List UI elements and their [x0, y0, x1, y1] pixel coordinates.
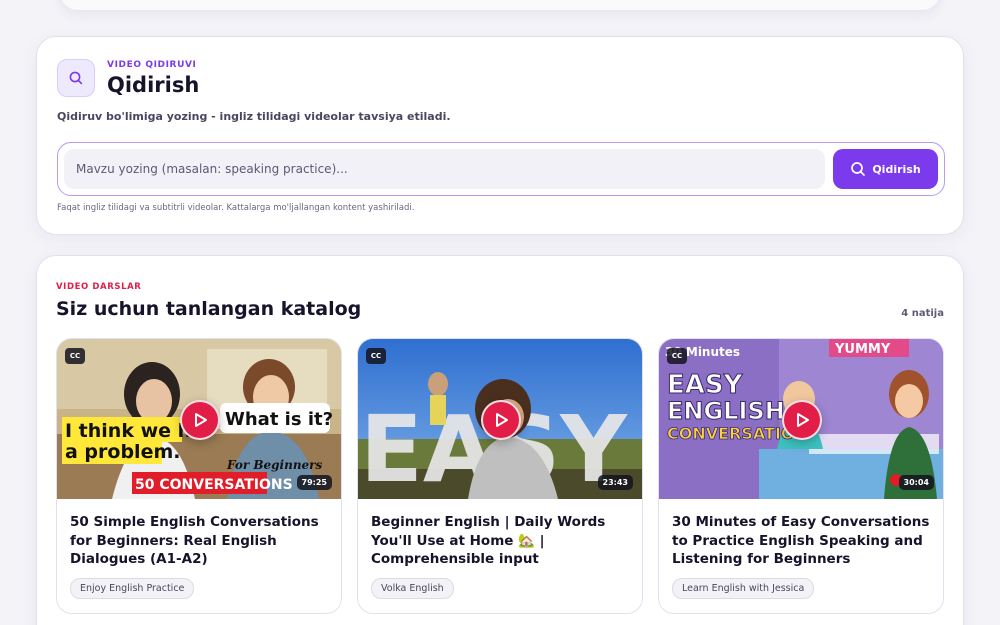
video-duration: 23:43: [597, 475, 633, 490]
results-count: 4 natija: [901, 308, 944, 319]
channel-badge[interactable]: Enjoy English Practice: [70, 578, 195, 599]
play-icon[interactable]: [782, 400, 822, 440]
video-thumbnail[interactable]: YUMMY 30 Minutes EASY ENGLISH CONVERSATI…: [659, 339, 943, 499]
video-thumbnail[interactable]: I think we ha a problem. What is it? For…: [57, 339, 341, 499]
thumb-beginners: For Beginners: [226, 458, 323, 472]
channel-badge[interactable]: Learn English with Jessica: [672, 578, 815, 599]
play-icon[interactable]: [481, 400, 521, 440]
video-card[interactable]: I think we ha a problem. What is it? For…: [56, 338, 342, 614]
search-icon: [57, 59, 95, 97]
cc-badge: CC: [65, 348, 85, 364]
catalog-eyebrow: VIDEO DARSLAR: [56, 282, 142, 292]
search-hint: Faqat ingliz tilidagi va subtitrli video…: [57, 203, 415, 213]
video-thumbnail[interactable]: EASY CC 23:43: [358, 339, 642, 499]
thumb-banner: 50 CONVERSATIONS: [135, 477, 293, 493]
cc-badge: CC: [667, 348, 687, 364]
video-title[interactable]: Beginner English | Daily Words You'll Us…: [371, 513, 633, 569]
search-eyebrow: VIDEO QIDIRUVI: [107, 59, 197, 70]
top-header-strip: [60, 0, 940, 10]
channel-badge[interactable]: Volka English: [371, 578, 454, 599]
search-input[interactable]: [64, 149, 825, 189]
catalog-card: VIDEO DARSLAR Siz uchun tanlangan katalo…: [36, 255, 964, 625]
video-duration: 30:04: [898, 475, 934, 490]
thumb-bubble: What is it?: [225, 409, 333, 430]
play-icon[interactable]: [180, 400, 220, 440]
search-header: VIDEO QIDIRUVI Qidirish: [57, 59, 199, 97]
video-card[interactable]: EASY CC 23:43 Beginner English | Daily W…: [357, 338, 643, 614]
catalog-title: Siz uchun tanlangan katalog: [56, 298, 362, 320]
video-title[interactable]: 30 Minutes of Easy Conversations to Prac…: [672, 513, 934, 569]
video-duration: 79:25: [296, 475, 332, 490]
search-card: VIDEO QIDIRUVI Qidirish Qidiruv bo'limig…: [36, 36, 964, 235]
search-description: Qidiruv bo'limiga yozing - ingliz tilida…: [57, 110, 451, 123]
cc-badge: CC: [366, 348, 386, 364]
search-button[interactable]: Qidirish: [833, 149, 938, 189]
thumb-english: ENGLISH: [667, 397, 785, 425]
thumb-sign: YUMMY: [834, 342, 891, 357]
thumb-line2: a problem.: [65, 441, 180, 463]
search-button-icon: [851, 162, 866, 176]
video-card[interactable]: YUMMY 30 Minutes EASY ENGLISH CONVERSATI…: [658, 338, 944, 614]
video-title[interactable]: 50 Simple English Conversations for Begi…: [70, 513, 332, 569]
search-title: Qidirish: [107, 72, 200, 97]
search-bar: Qidirish: [57, 142, 945, 196]
search-button-label: Qidirish: [872, 162, 921, 176]
thumb-easy: EASY: [667, 370, 744, 400]
